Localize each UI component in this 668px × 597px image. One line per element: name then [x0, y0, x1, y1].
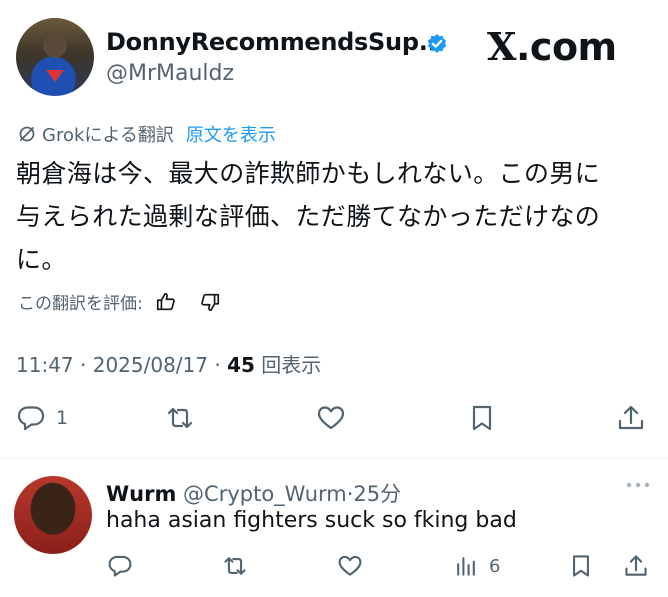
tweet-body: 朝倉海は今、最大の詐欺師かもしれない。この男に 与えられた過剰な評価、ただ勝てな… [16, 152, 648, 281]
tweet-date[interactable]: 2025/08/17 [93, 353, 208, 377]
heart-icon [317, 406, 345, 430]
retweet-button[interactable] [165, 398, 195, 438]
reply-actions: 6 [0, 551, 668, 583]
tweet-actions: 1 [0, 398, 668, 442]
reply-author-name[interactable]: Wurm [106, 482, 176, 506]
reply-icon [108, 555, 132, 577]
reply-views-count: 6 [489, 555, 501, 577]
views-count: 45 [227, 353, 255, 377]
bookmark-icon [573, 555, 589, 577]
tweet-time[interactable]: 11:47 [16, 353, 74, 377]
superman-emblem [46, 70, 64, 82]
tweet-text-line: に。 [16, 245, 67, 274]
show-original-link[interactable]: 原文を表示 [186, 121, 276, 147]
translation-label: Grokによる翻訳 [42, 125, 174, 146]
retweet-icon [224, 557, 246, 575]
avatar[interactable] [16, 18, 94, 96]
bookmark-button[interactable] [568, 551, 594, 581]
analytics-icon [457, 557, 475, 576]
share-button[interactable] [616, 398, 646, 438]
heart-icon [338, 555, 362, 576]
author-display-name[interactable]: DonnyRecommendsSup... [106, 28, 445, 56]
separator-dot: · [80, 353, 93, 377]
bookmark-icon [472, 405, 492, 431]
separator-dot: · [214, 353, 228, 377]
main-tweet: DonnyRecommendsSup... @MrMauldz X.com Gr… [0, 0, 668, 460]
retweet-icon [167, 407, 193, 429]
bookmark-button[interactable] [467, 398, 497, 438]
share-icon [618, 405, 644, 430]
reply-text: haha asian fighters suck so fking bad [106, 508, 517, 533]
share-button[interactable] [623, 551, 649, 581]
reply-age[interactable]: 25分 [353, 482, 401, 506]
share-icon [625, 555, 647, 576]
author-handle[interactable]: @MrMauldz [106, 61, 234, 86]
tweet-meta: 11:47 · 2025/08/17 · 45 回表示 [16, 349, 321, 378]
tweet-text-line: 与えられた過剰な評価、ただ勝てなかっただけなの [16, 202, 601, 231]
verified-badge-icon [427, 34, 447, 53]
rate-translation: この翻訳を評価: [18, 289, 221, 314]
tweet-text-line: 朝倉海は今、最大の詐欺師かもしれない。この男に [16, 159, 601, 188]
reply-count: 1 [56, 407, 69, 429]
reply-author-handle[interactable]: @Crypto_Wurm [183, 482, 347, 506]
like-button[interactable] [337, 551, 363, 581]
views-label: 回表示 [261, 353, 322, 377]
reply-icon [17, 406, 45, 431]
thumbs-down-icon[interactable] [199, 291, 221, 313]
reply-tweet[interactable]: Wurm @Crypto_Wurm·25分 haha asian fighter… [0, 459, 668, 597]
reply-button[interactable] [107, 551, 133, 581]
like-button[interactable] [316, 398, 346, 438]
reply-button[interactable]: 1 [16, 398, 68, 438]
views-button[interactable]: 6 [453, 551, 500, 581]
rate-translation-label: この翻訳を評価: [18, 294, 143, 314]
reply-header: Wurm @Crypto_Wurm·25分 [106, 478, 401, 508]
retweet-button[interactable] [222, 551, 248, 581]
avatar[interactable] [14, 476, 92, 554]
x-logo: X.com [487, 24, 617, 69]
more-options-icon[interactable] [624, 477, 652, 493]
grok-icon [19, 126, 35, 142]
thumbs-up-icon[interactable] [155, 291, 177, 313]
translation-notice: Grokによる翻訳 原文を表示 [18, 121, 276, 147]
